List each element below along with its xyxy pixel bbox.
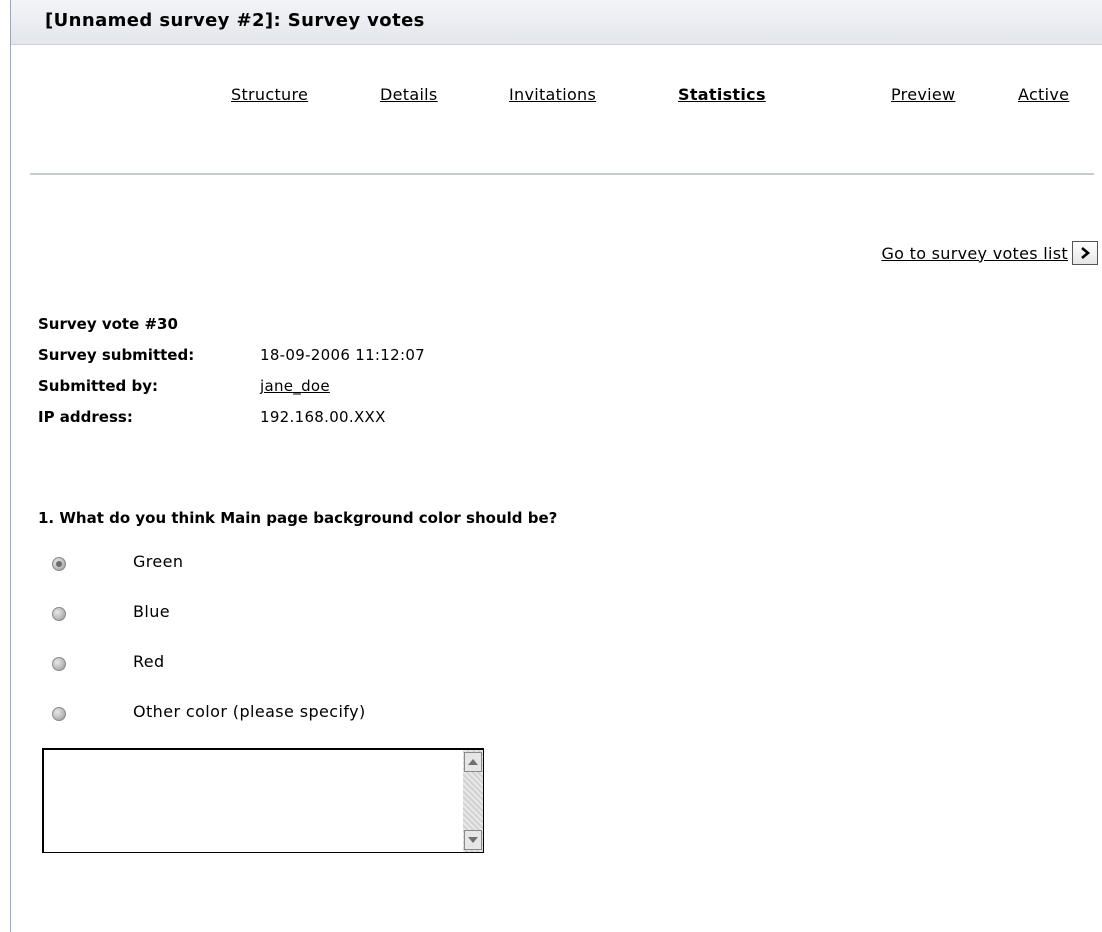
vote-info: Survey vote #30 Survey submitted: 18-09-… <box>38 308 425 432</box>
option-other: Other color (please specify) <box>52 702 366 752</box>
textarea-scrollbar[interactable] <box>463 750 483 852</box>
radio-other[interactable] <box>52 707 66 721</box>
tab-preview[interactable]: Preview <box>891 85 955 104</box>
tab-statistics[interactable]: Statistics <box>678 85 766 104</box>
vote-title: Survey vote #30 <box>38 314 178 333</box>
tab-structure[interactable]: Structure <box>231 85 308 104</box>
option-green: Green <box>52 552 366 602</box>
other-color-textarea[interactable] <box>42 748 484 853</box>
submitted-by-label: Submitted by: <box>38 376 158 395</box>
scroll-down-arrow-icon <box>468 837 478 843</box>
goto-votes-list-link[interactable]: Go to survey votes list <box>881 244 1068 263</box>
ip-value: 192.168.00.XXX <box>260 407 386 426</box>
option-label-blue: Blue <box>133 602 171 621</box>
radio-red[interactable] <box>52 657 66 671</box>
radio-blue[interactable] <box>52 607 66 621</box>
submitted-by-link[interactable]: jane_doe <box>260 377 330 395</box>
page-title: [Unnamed survey #2]: Survey votes <box>45 10 425 31</box>
option-blue: Blue <box>52 602 366 652</box>
ip-row: IP address: 192.168.00.XXX <box>38 401 425 432</box>
scroll-up-arrow-icon <box>468 759 478 765</box>
option-red: Red <box>52 652 366 702</box>
other-color-text <box>44 750 483 758</box>
option-label-other: Other color (please specify) <box>133 702 366 721</box>
tab-details[interactable]: Details <box>380 85 438 104</box>
chevron-right-icon <box>1081 247 1091 259</box>
option-label-green: Green <box>133 552 184 571</box>
submitted-value: 18-09-2006 11:12:07 <box>260 345 426 364</box>
goto-votes-list: Go to survey votes list <box>881 238 1098 268</box>
submitted-label: Survey submitted: <box>38 345 195 364</box>
ip-label: IP address: <box>38 407 133 426</box>
scroll-up-button[interactable] <box>464 752 482 772</box>
submitted-row: Survey submitted: 18-09-2006 11:12:07 <box>38 339 425 370</box>
page-left-border <box>10 0 11 932</box>
vote-title-row: Survey vote #30 <box>38 308 425 339</box>
option-label-red: Red <box>133 652 165 671</box>
tab-invitations[interactable]: Invitations <box>509 85 596 104</box>
radio-green[interactable] <box>52 557 66 571</box>
goto-votes-list-button[interactable] <box>1072 241 1098 265</box>
question-title: 1. What do you think Main page backgroun… <box>38 509 558 527</box>
title-bar: [Unnamed survey #2]: Survey votes <box>11 0 1102 45</box>
answer-options: Green Blue Red Other color (please speci… <box>52 552 366 752</box>
submitted-by-row: Submitted by: jane_doe <box>38 370 425 401</box>
tab-active[interactable]: Active <box>1018 85 1069 104</box>
section-divider <box>30 173 1094 175</box>
tab-bar: Structure Details Invitations Statistics… <box>0 85 1102 109</box>
scroll-down-button[interactable] <box>464 830 482 850</box>
